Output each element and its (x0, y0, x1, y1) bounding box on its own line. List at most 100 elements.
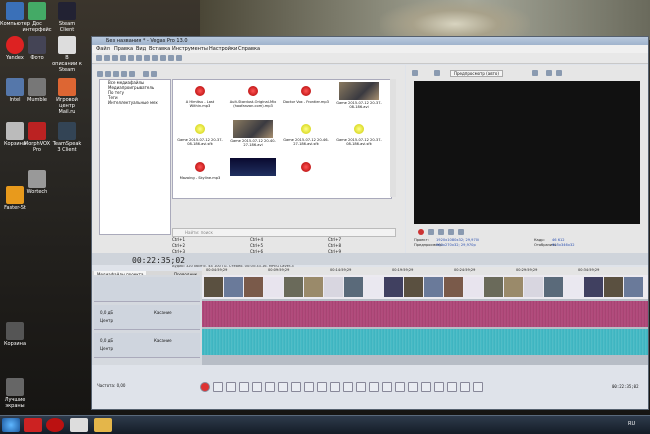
desktop-icon[interactable]: MorphVOX Pro (22, 122, 52, 153)
properties-icon[interactable] (120, 55, 126, 61)
stop-icon[interactable] (458, 229, 464, 235)
transport-button-icon[interactable] (291, 382, 301, 392)
transport-button-icon[interactable] (343, 382, 353, 392)
time-ruler[interactable]: 00:04:59;29 00:09:59;29 00:14:59;29 00:19:5… (202, 267, 648, 275)
transport-button-icon[interactable] (278, 382, 288, 392)
taskbar-folder-icon[interactable] (94, 418, 112, 432)
transport-button-icon[interactable] (460, 382, 470, 392)
capture-icon[interactable] (105, 71, 111, 77)
taskbar-record-icon[interactable] (46, 418, 64, 432)
media-item[interactable]: Game 2015-07-12 20-37-08-186.avi (334, 82, 384, 120)
desktop-icon[interactable]: Корзина (0, 322, 30, 347)
snapshot-icon[interactable] (546, 70, 552, 76)
track-header[interactable] (94, 277, 200, 302)
transport-button-icon[interactable] (408, 382, 418, 392)
menu-edit[interactable]: Правка (114, 45, 133, 53)
record-icon[interactable] (418, 229, 424, 235)
transport-button-icon[interactable] (200, 382, 210, 392)
media-item[interactable]: Ault-Stardust-Original-Mix (hoofanzon.co… (228, 82, 278, 120)
preview-quality-select[interactable]: Предпросмотр (авто) (450, 70, 503, 77)
media-item[interactable]: Game 2015-07-12 20-37-08-186.avi.sfk (334, 120, 384, 158)
media-item[interactable] (228, 158, 278, 196)
transport-button-icon[interactable] (382, 382, 392, 392)
transport-button-icon[interactable] (395, 382, 405, 392)
media-fx-icon[interactable] (143, 71, 149, 77)
transport-button-icon[interactable] (226, 382, 236, 392)
desktop-icon[interactable]: Лучшие экраны (0, 378, 30, 409)
menu-file[interactable]: Файл (96, 45, 110, 53)
transport-button-icon[interactable] (304, 382, 314, 392)
copy-icon[interactable] (144, 55, 150, 61)
audio-track-1[interactable] (202, 301, 648, 327)
media-item[interactable]: A Himitsu - Last Within.mp3 (175, 82, 225, 120)
overlay-icon[interactable] (532, 70, 538, 76)
media-item[interactable]: Mazoing - Skyline.mp3 (175, 158, 225, 196)
audio-track-2[interactable] (202, 329, 648, 355)
media-item[interactable] (281, 158, 331, 196)
edit-tool-icon[interactable] (176, 55, 182, 61)
menu-tools[interactable]: Инструменты (172, 45, 208, 53)
tree-item[interactable]: Интеллектуальные мех (100, 100, 170, 105)
desktop-icon[interactable]: В описании к Steam (52, 36, 82, 73)
video-track[interactable] (202, 275, 648, 299)
render-icon[interactable] (128, 55, 134, 61)
media-search-input[interactable]: Найти: поиск (172, 228, 396, 237)
transport-button-icon[interactable] (265, 382, 275, 392)
language-indicator[interactable]: RU (628, 421, 635, 427)
transport-button-icon[interactable] (421, 382, 431, 392)
loop-icon[interactable] (428, 229, 434, 235)
transport-button-icon[interactable] (434, 382, 444, 392)
pause-icon[interactable] (448, 229, 454, 235)
media-item[interactable]: Doctor Vox - Frontier.mp3 (281, 82, 331, 120)
preview-props-icon[interactable] (412, 70, 418, 76)
play-icon[interactable] (438, 229, 444, 235)
undo-icon[interactable] (160, 55, 166, 61)
media-scrollbar[interactable] (390, 79, 396, 197)
cut-icon[interactable] (136, 55, 142, 61)
desktop-icon[interactable]: Дос интерфейс (22, 2, 52, 33)
transport-button-icon[interactable] (213, 382, 223, 392)
menu-view[interactable]: Вид (136, 45, 146, 53)
transport-button-icon[interactable] (356, 382, 366, 392)
media-item[interactable]: Game 2015-07-12 20-37-08-186.avi.sfk (175, 120, 225, 158)
menu-insert[interactable]: Вставка (149, 45, 170, 53)
remove-icon[interactable] (121, 71, 127, 77)
open-icon[interactable] (104, 55, 110, 61)
media-item[interactable]: Game 2015-07-12 20-46-27-186.avi.sfk (281, 120, 331, 158)
desktop-icon[interactable]: Фото (22, 36, 52, 61)
new-icon[interactable] (96, 55, 102, 61)
media-item[interactable]: Game 2015-07-12 20-40-27-186.avi (228, 120, 278, 158)
save-icon[interactable] (112, 55, 118, 61)
transport-button-icon[interactable] (252, 382, 262, 392)
transport-button-icon[interactable] (330, 382, 340, 392)
video-frame (564, 277, 583, 297)
transport-button-icon[interactable] (239, 382, 249, 392)
track-header[interactable]: 0,0 дБ Касание Центр (94, 333, 200, 358)
get-media-icon[interactable] (113, 71, 119, 77)
paste-icon[interactable] (152, 55, 158, 61)
desktop-icon[interactable]: Wortech (22, 170, 52, 195)
import-icon[interactable] (97, 71, 103, 77)
title-bar[interactable]: Без названия * - Vegas Pro 13.0 (92, 37, 648, 45)
transport-button-icon[interactable] (369, 382, 379, 392)
track-header[interactable]: 0,0 дБ Касание Центр (94, 305, 200, 330)
start-button[interactable] (2, 418, 20, 432)
morphvox-icon (28, 122, 46, 140)
app-icon (28, 170, 46, 188)
redo-icon[interactable] (168, 55, 174, 61)
views-icon[interactable] (129, 71, 135, 77)
transport-button-icon[interactable] (447, 382, 457, 392)
desktop-icon[interactable]: Игровой центр Mail.ru (52, 78, 82, 115)
copy-snapshot-icon[interactable] (556, 70, 562, 76)
tags-icon[interactable] (151, 71, 157, 77)
taskbar-yandex-icon[interactable] (24, 418, 42, 432)
preview-fx-icon[interactable] (434, 70, 440, 76)
transport-button-icon[interactable] (317, 382, 327, 392)
desktop-icon[interactable]: Mumble (22, 78, 52, 103)
desktop-icon[interactable]: Steam Client (52, 2, 82, 33)
taskbar-vegas-icon[interactable] (70, 418, 88, 432)
desktop-icon[interactable]: TeamSpeak 3 Client (52, 122, 82, 153)
menu-settings[interactable]: Настройки (209, 45, 237, 53)
menu-help[interactable]: Справка (238, 45, 260, 53)
transport-button-icon[interactable] (473, 382, 483, 392)
